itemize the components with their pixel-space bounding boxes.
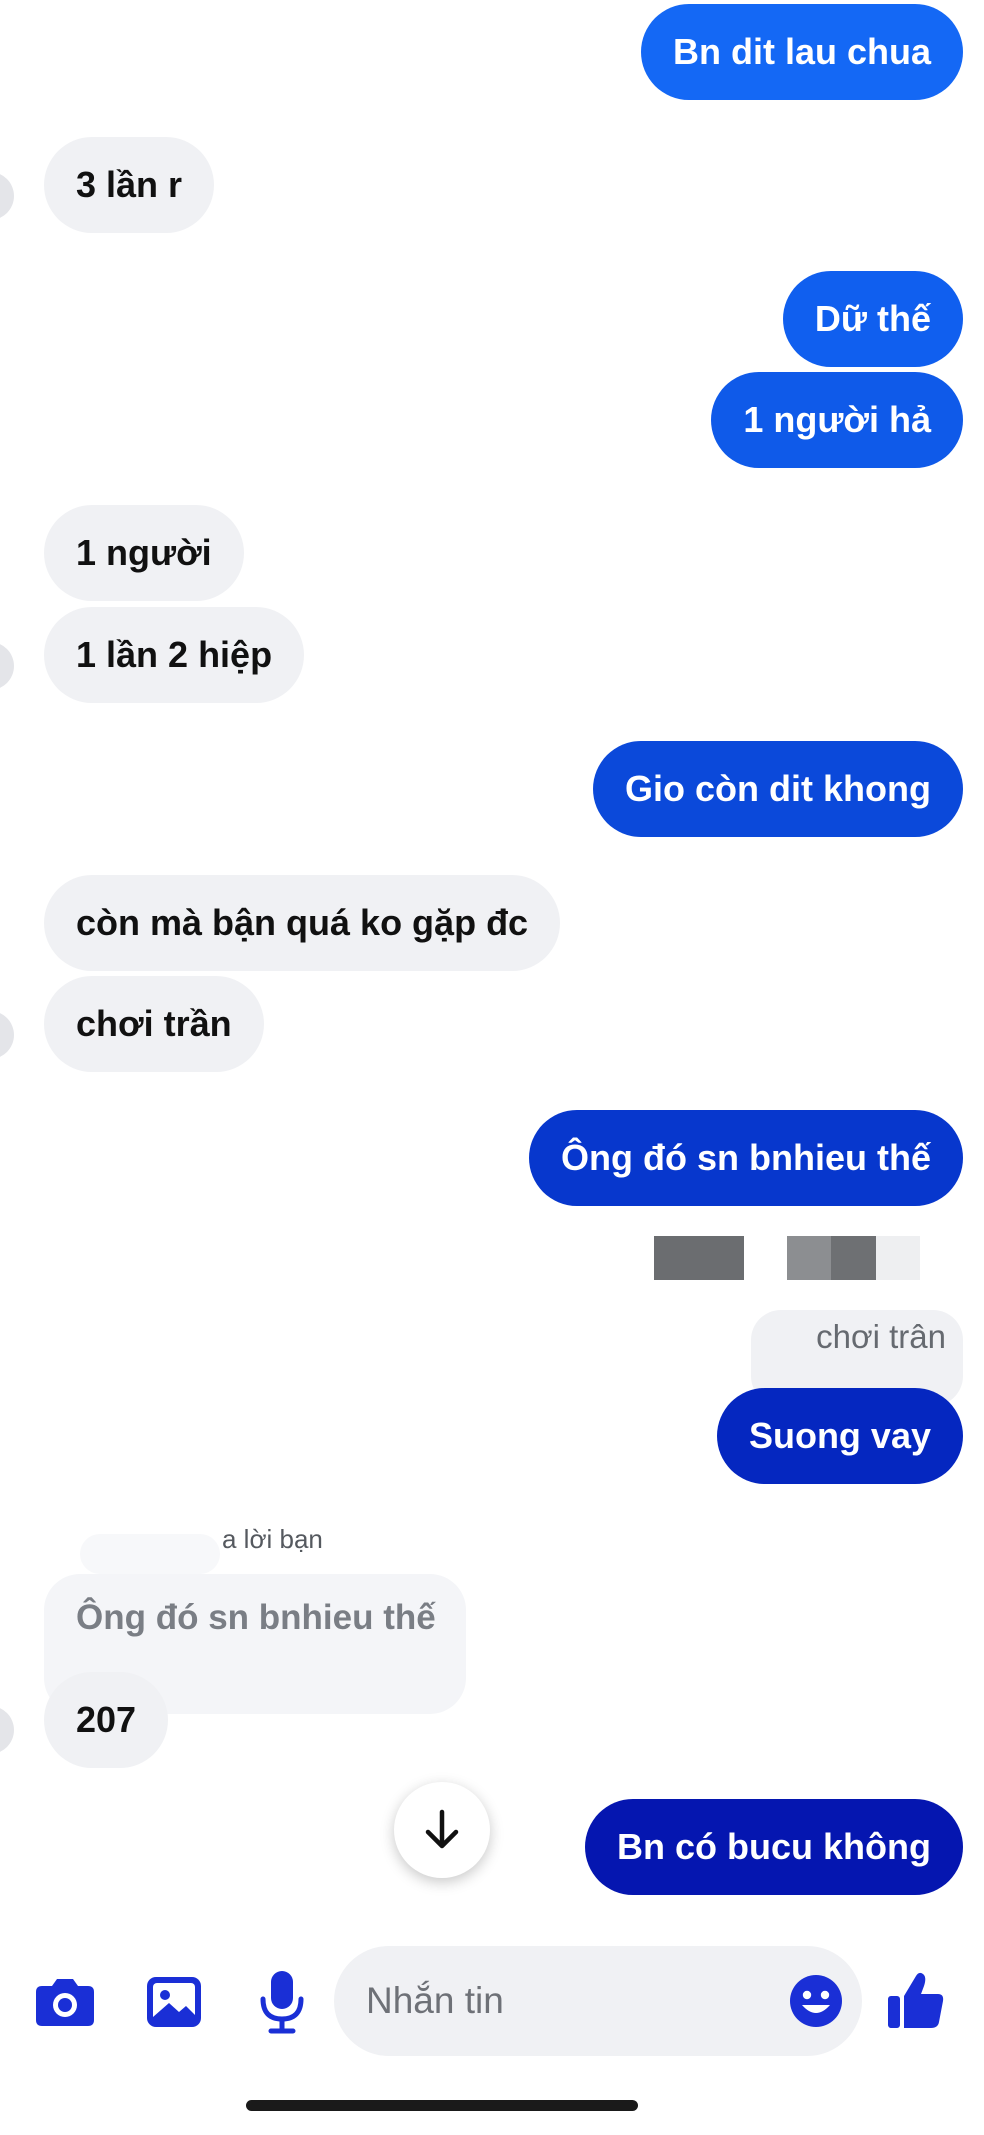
message-bubble-sent[interactable]: 1 người hả bbox=[711, 372, 963, 468]
thumbs-up-icon bbox=[888, 1972, 944, 2028]
censor-block bbox=[876, 1236, 920, 1280]
gallery-button[interactable] bbox=[142, 1970, 206, 2034]
censor-block bbox=[654, 1236, 744, 1280]
message-bubble-sent[interactable]: Bn dit lau chua bbox=[640, 4, 963, 100]
avatar[interactable] bbox=[0, 172, 14, 220]
message-input[interactable]: Nhắn tin bbox=[334, 1946, 862, 2056]
message-bubble-sent[interactable]: Ông đó sn bnhieu thế bbox=[529, 1110, 963, 1206]
message-bubble-sent[interactable]: Gio còn dit khong bbox=[593, 741, 963, 837]
quoted-message-text: chơi trân bbox=[816, 1318, 946, 1355]
message-bubble-received[interactable]: 207 bbox=[44, 1672, 169, 1768]
voice-button[interactable] bbox=[254, 1966, 310, 2038]
camera-icon bbox=[36, 1979, 94, 2026]
message-input-placeholder: Nhắn tin bbox=[366, 1980, 504, 2021]
arrow-down-icon bbox=[425, 1809, 459, 1849]
message-bubble-received[interactable]: 1 lần 2 hiệp bbox=[44, 607, 305, 703]
message-bubble-sent[interactable]: Dữ thế bbox=[782, 271, 963, 367]
message-bubble-received[interactable]: 3 lần r bbox=[44, 137, 215, 233]
scroll-to-bottom-button[interactable] bbox=[394, 1782, 490, 1878]
message-bubble-received[interactable]: chơi trần bbox=[44, 976, 264, 1072]
censor-block bbox=[787, 1236, 831, 1280]
message-bubble-sent[interactable]: Bn có bucu không bbox=[585, 1799, 963, 1895]
avatar[interactable] bbox=[0, 1706, 14, 1754]
message-bubble-sent[interactable]: Suong vay bbox=[716, 1388, 963, 1484]
message-bubble-received[interactable]: 1 người bbox=[44, 505, 244, 601]
home-indicator[interactable] bbox=[246, 2100, 638, 2111]
image-icon bbox=[147, 1977, 201, 2027]
censor-block bbox=[831, 1236, 876, 1280]
camera-button[interactable] bbox=[30, 1970, 100, 2034]
quoted-message-text: Ông đó sn bnhieu thế bbox=[76, 1598, 436, 1637]
message-bubble-received[interactable]: còn mà bận quá ko gặp đc bbox=[44, 875, 561, 971]
avatar[interactable] bbox=[0, 1011, 14, 1059]
emoji-icon bbox=[790, 1975, 842, 2027]
like-button[interactable] bbox=[884, 1964, 948, 2036]
reply-header: a lời bạn bbox=[222, 1524, 323, 1554]
avatar[interactable] bbox=[0, 642, 14, 690]
microphone-icon bbox=[260, 1971, 304, 2034]
emoji-button[interactable] bbox=[788, 1973, 844, 2034]
reply-header-blur bbox=[80, 1534, 220, 1574]
